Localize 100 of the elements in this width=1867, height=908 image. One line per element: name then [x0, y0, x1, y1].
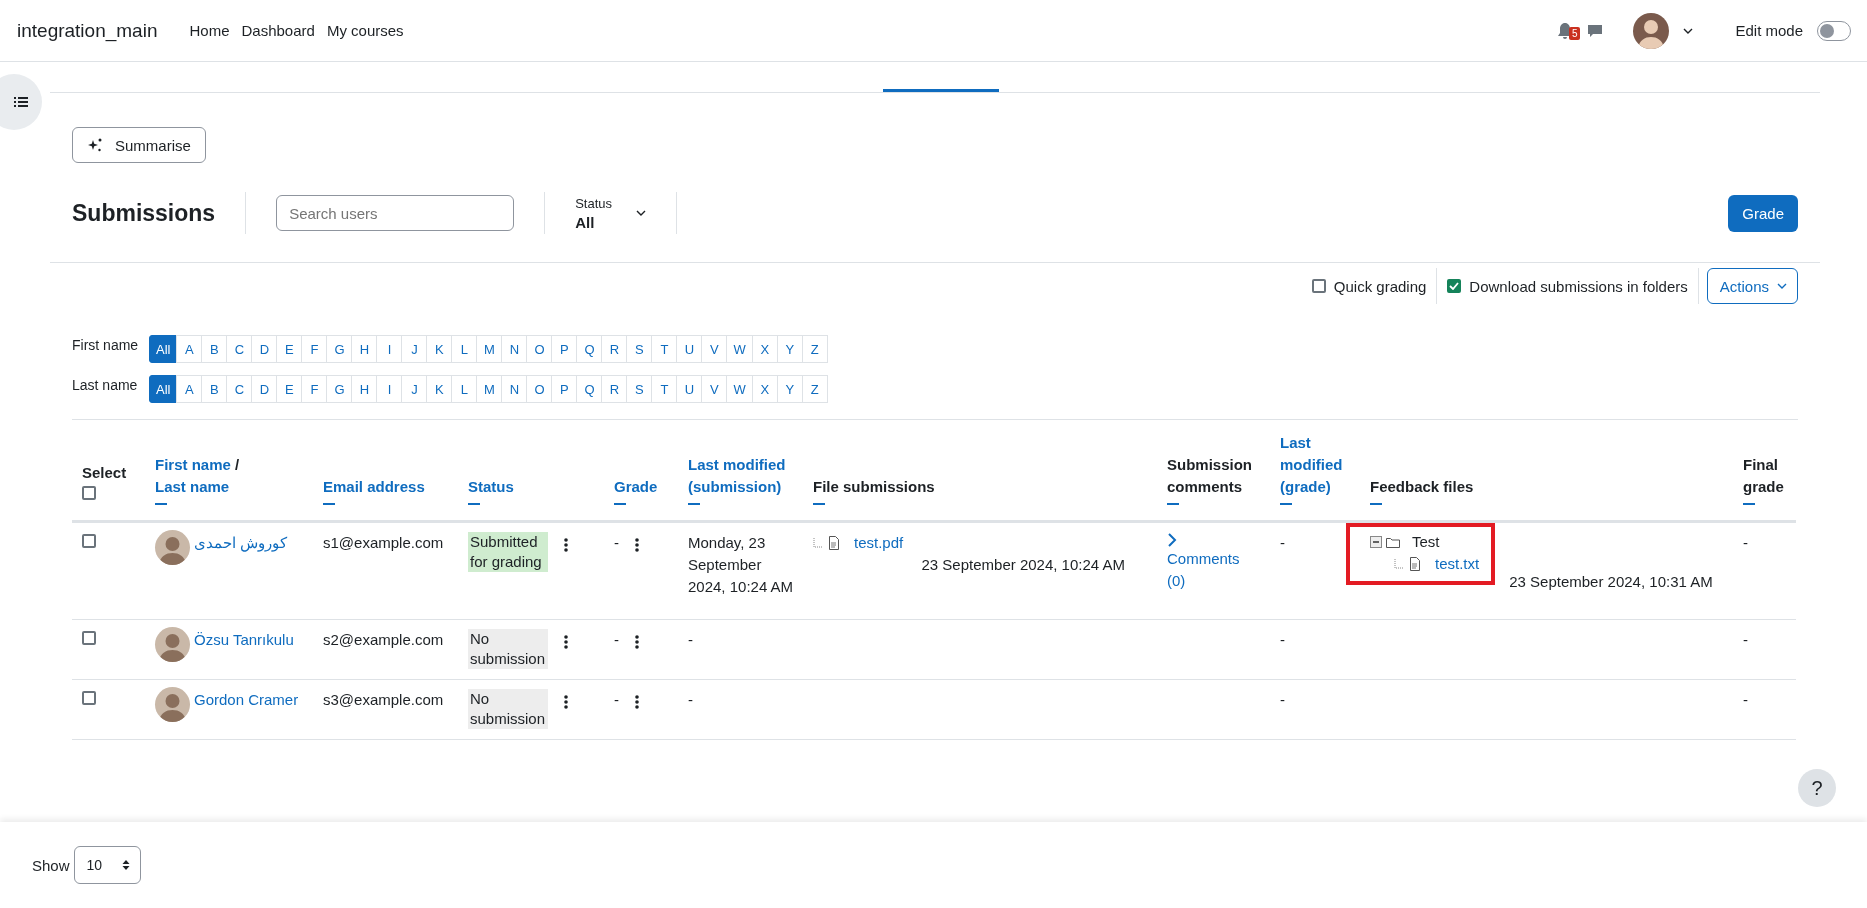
actions-button[interactable]: Actions: [1706, 268, 1798, 304]
collapse-icon[interactable]: [1370, 536, 1382, 548]
checkbox[interactable]: [82, 534, 96, 548]
initial-filter-button[interactable]: L: [451, 375, 478, 403]
grade-button[interactable]: Grade: [1728, 194, 1798, 232]
chat-icon[interactable]: [1587, 22, 1604, 39]
collapse-icon[interactable]: [1280, 502, 1292, 506]
initial-filter-button[interactable]: V: [701, 335, 728, 363]
user-name-link[interactable]: Gordon Cramer: [194, 689, 299, 711]
collapse-icon[interactable]: [155, 502, 167, 506]
initial-filter-button[interactable]: X: [751, 375, 778, 403]
initial-filter-button[interactable]: All: [149, 375, 178, 403]
vertical-dots-icon[interactable]: [564, 538, 568, 552]
column-sort-link[interactable]: Last modified (submission): [688, 454, 795, 498]
vertical-dots-icon[interactable]: [635, 635, 639, 649]
initial-filter-button[interactable]: S: [626, 335, 653, 363]
initial-filter-button[interactable]: W: [726, 375, 753, 403]
initial-filter-button[interactable]: E: [276, 335, 303, 363]
checkbox[interactable]: [1447, 279, 1462, 293]
initial-filter-button[interactable]: I: [376, 375, 403, 403]
help-button[interactable]: ?: [1798, 769, 1836, 807]
initial-filter-button[interactable]: D: [251, 375, 278, 403]
initial-filter-button[interactable]: W: [726, 335, 753, 363]
user-avatar[interactable]: [1633, 12, 1670, 49]
initial-filter-button[interactable]: H: [351, 375, 378, 403]
vertical-dots-icon[interactable]: [564, 635, 568, 649]
initial-filter-button[interactable]: X: [751, 335, 778, 363]
collapse-icon[interactable]: [614, 502, 626, 506]
initial-filter-button[interactable]: U: [676, 335, 703, 363]
column-sort-link[interactable]: Last modified (grade): [1280, 432, 1352, 498]
initial-filter-button[interactable]: J: [401, 375, 428, 403]
nav-link[interactable]: Home: [189, 22, 230, 39]
column-sort-link[interactable]: First name: [155, 456, 231, 473]
initial-filter-button[interactable]: O: [526, 375, 553, 403]
file-link[interactable]: test.txt: [1435, 553, 1480, 575]
initial-filter-button[interactable]: P: [551, 375, 578, 403]
initial-filter-button[interactable]: V: [701, 375, 728, 403]
initial-filter-button[interactable]: E: [276, 375, 303, 403]
initial-filter-button[interactable]: H: [351, 335, 378, 363]
vertical-dots-icon[interactable]: [635, 538, 639, 552]
summarise-button[interactable]: Summarise: [72, 127, 206, 163]
search-field[interactable]: Search users: [276, 195, 515, 231]
column-sort-link[interactable]: Email address: [323, 476, 450, 498]
initial-filter-button[interactable]: T: [651, 335, 678, 363]
user-name-link[interactable]: کوروش احمدی: [194, 532, 288, 554]
initial-filter-button[interactable]: I: [376, 335, 403, 363]
initial-filter-button[interactable]: M: [476, 335, 503, 363]
collapse-icon[interactable]: [468, 502, 480, 506]
initial-filter-button[interactable]: Z: [801, 375, 828, 403]
initial-filter-button[interactable]: B: [201, 335, 228, 363]
collapse-icon[interactable]: [1370, 502, 1382, 506]
initial-filter-button[interactable]: C: [226, 375, 253, 403]
user-name-link[interactable]: Özsu Tanrıkulu: [194, 629, 294, 651]
file-link[interactable]: test.pdf: [854, 532, 904, 554]
initial-filter-button[interactable]: G: [326, 335, 353, 363]
initial-filter-button[interactable]: N: [501, 335, 528, 363]
initial-filter-button[interactable]: R: [601, 335, 628, 363]
checkbox[interactable]: [82, 691, 96, 705]
initial-filter-button[interactable]: C: [226, 335, 253, 363]
column-sort-link[interactable]: Status: [468, 476, 596, 498]
comments-link[interactable]: Comments (0): [1167, 548, 1242, 592]
checkbox[interactable]: [82, 631, 96, 645]
collapse-icon[interactable]: [323, 502, 335, 506]
initial-filter-button[interactable]: F: [301, 335, 328, 363]
initial-filter-button[interactable]: All: [149, 335, 178, 363]
initial-filter-button[interactable]: Z: [801, 335, 828, 363]
initial-filter-button[interactable]: N: [501, 375, 528, 403]
site-name[interactable]: integration_main: [17, 19, 158, 42]
status-filter[interactable]: Status All: [544, 192, 677, 234]
collapse-icon[interactable]: [1743, 502, 1755, 506]
caret-icon[interactable]: [1683, 27, 1694, 34]
initial-filter-button[interactable]: D: [251, 335, 278, 363]
vertical-dots-icon[interactable]: [635, 695, 639, 709]
initial-filter-button[interactable]: F: [301, 375, 328, 403]
column-sort-link[interactable]: Grade: [614, 476, 670, 498]
initial-filter-button[interactable]: R: [601, 375, 628, 403]
collapse-icon[interactable]: [688, 502, 700, 506]
column-sort-link[interactable]: Last name: [155, 478, 230, 495]
initial-filter-button[interactable]: P: [551, 335, 578, 363]
chevron-icon[interactable]: [1167, 532, 1177, 548]
initial-filter-button[interactable]: K: [426, 335, 453, 363]
initial-filter-button[interactable]: S: [626, 375, 653, 403]
collapse-icon[interactable]: [813, 502, 825, 506]
checkbox[interactable]: [1311, 279, 1326, 293]
initial-filter-button[interactable]: K: [426, 375, 453, 403]
initial-filter-button[interactable]: M: [476, 375, 503, 403]
initial-filter-button[interactable]: Y: [776, 335, 803, 363]
initial-filter-button[interactable]: G: [326, 375, 353, 403]
initial-filter-button[interactable]: A: [176, 375, 203, 403]
drawer-toggle-button[interactable]: [0, 74, 42, 130]
initial-filter-button[interactable]: Y: [776, 375, 803, 403]
checkbox[interactable]: [82, 486, 96, 500]
initial-filter-button[interactable]: A: [176, 335, 203, 363]
initial-filter-button[interactable]: B: [201, 375, 228, 403]
edit-mode-switch[interactable]: [1817, 20, 1851, 41]
initial-filter-button[interactable]: U: [676, 375, 703, 403]
initial-filter-button[interactable]: Q: [576, 375, 603, 403]
nav-link[interactable]: My courses: [326, 22, 404, 39]
initial-filter-button[interactable]: L: [451, 335, 478, 363]
initial-filter-button[interactable]: J: [401, 335, 428, 363]
